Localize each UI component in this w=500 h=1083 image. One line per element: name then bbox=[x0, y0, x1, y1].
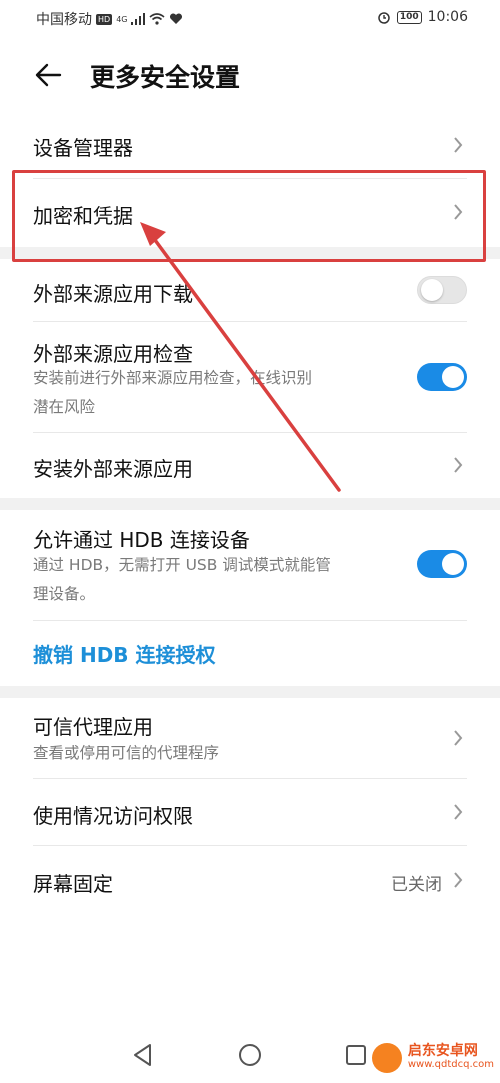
screen-pinning-label: 屏幕固定 bbox=[33, 872, 113, 896]
watermark-name: 启东安卓网 bbox=[407, 1043, 478, 1059]
screen-pinning-status: 已关闭 bbox=[391, 875, 442, 895]
screen-pinning-row[interactable]: 屏幕固定 已关闭 bbox=[0, 846, 500, 912]
watermark: 启东安卓网 www.qdtdcq.com bbox=[371, 1043, 494, 1073]
usage-access-row[interactable]: 使用情况访问权限 bbox=[0, 779, 500, 845]
chevron-right-icon bbox=[454, 137, 463, 153]
hdb-revoke-row[interactable]: 撤销 HDB 连接授权 bbox=[0, 621, 500, 683]
device-manager-label: 设备管理器 bbox=[33, 136, 133, 160]
network-type: 4G bbox=[116, 14, 128, 24]
hd-badge: HD bbox=[96, 13, 113, 25]
external-check-row[interactable]: 外部来源应用检查 安装前进行外部来源应用检查，在线识别 潜在风险 bbox=[0, 322, 500, 432]
toggle-knob bbox=[442, 553, 464, 575]
battery-icon: 100 bbox=[396, 10, 422, 24]
watermark-url: www.qdtdcq.com bbox=[407, 1059, 494, 1070]
signal-icon bbox=[131, 13, 146, 25]
section-gap bbox=[0, 498, 500, 510]
back-arrow-icon[interactable] bbox=[34, 60, 64, 90]
trust-agents-desc: 查看或停用可信的代理程序 bbox=[33, 744, 220, 762]
carrier-name: 中国移动 bbox=[36, 12, 92, 28]
hdb-allow-label: 允许通过 HDB 连接设备 bbox=[33, 528, 250, 552]
hdb-revoke-link[interactable]: 撤销 HDB 连接授权 bbox=[33, 639, 216, 668]
external-check-toggle[interactable] bbox=[417, 363, 467, 391]
nav-back-icon[interactable] bbox=[130, 1042, 156, 1068]
external-check-desc-line2: 潜在风险 bbox=[33, 398, 96, 416]
watermark-logo-icon bbox=[371, 1043, 402, 1073]
chevron-right-icon bbox=[454, 457, 463, 473]
page-title: 更多安全设置 bbox=[90, 63, 241, 92]
toggle-knob bbox=[442, 366, 464, 388]
trust-agents-row[interactable]: 可信代理应用 查看或停用可信的代理程序 bbox=[0, 698, 500, 778]
nav-home-icon[interactable] bbox=[237, 1042, 263, 1068]
trust-agents-label: 可信代理应用 bbox=[33, 715, 153, 739]
external-download-toggle[interactable] bbox=[417, 276, 467, 304]
device-manager-row[interactable]: 设备管理器 bbox=[0, 112, 500, 178]
chevron-right-icon bbox=[454, 872, 463, 888]
section-gap bbox=[0, 686, 500, 698]
hdb-allow-toggle[interactable] bbox=[417, 550, 467, 578]
system-nav-bar: 启东安卓网 www.qdtdcq.com bbox=[0, 1030, 500, 1083]
external-check-desc-line1: 安装前进行外部来源应用检查，在线识别 bbox=[33, 369, 313, 387]
heart-icon bbox=[170, 13, 183, 24]
nav-recent-apps-icon[interactable] bbox=[343, 1042, 369, 1068]
annotation-highlight-box bbox=[12, 170, 486, 262]
toggle-knob bbox=[421, 279, 443, 301]
status-bar: 中国移动 HD 4G 100 10:06 bbox=[0, 0, 500, 36]
chevron-right-icon bbox=[454, 730, 463, 746]
alarm-icon bbox=[378, 12, 390, 24]
external-download-label: 外部来源应用下载 bbox=[33, 282, 193, 306]
external-check-label: 外部来源应用检查 bbox=[33, 342, 193, 366]
install-external-row[interactable]: 安装外部来源应用 bbox=[0, 433, 500, 497]
chevron-right-icon bbox=[454, 804, 463, 820]
app-header: 更多安全设置 bbox=[0, 46, 500, 102]
install-external-label: 安装外部来源应用 bbox=[33, 457, 193, 481]
external-download-row[interactable]: 外部来源应用下载 bbox=[0, 259, 500, 321]
hdb-desc-line1: 通过 HDB，无需打开 USB 调试模式就能管 bbox=[33, 556, 331, 574]
wifi-icon bbox=[149, 13, 166, 25]
usage-access-label: 使用情况访问权限 bbox=[33, 804, 193, 828]
clock: 10:06 bbox=[427, 9, 468, 25]
hdb-allow-row[interactable]: 允许通过 HDB 连接设备 通过 HDB，无需打开 USB 调试模式就能管 理设… bbox=[0, 510, 500, 620]
hdb-desc-line2: 理设备。 bbox=[33, 585, 96, 603]
